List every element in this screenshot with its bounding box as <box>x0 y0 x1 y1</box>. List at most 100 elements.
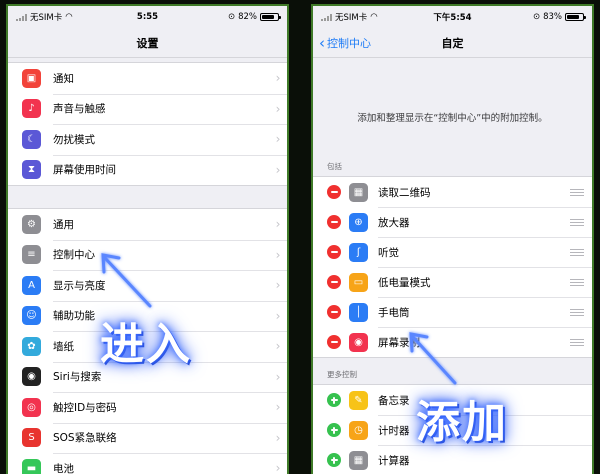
ear-icon: ʃ <box>349 242 368 262</box>
orientation-lock-icon: ⊙ <box>227 12 236 22</box>
page-title: 自定 <box>441 36 464 50</box>
remove-control-button[interactable] <box>327 185 341 199</box>
chevron-right-icon: › <box>275 430 281 445</box>
settings-row-speaker[interactable]: ♪ 声音与触感 › <box>8 93 287 125</box>
row-label: 勿扰模式 <box>53 133 95 146</box>
row-label: 计算器 <box>378 454 410 467</box>
remove-control-button[interactable] <box>327 215 341 229</box>
reorder-handle-icon[interactable] <box>562 308 592 316</box>
fingerprint-icon: ◎ <box>22 397 41 417</box>
status-bar: 无SIM卡 ◠ 5:55 ⊙ 82% <box>8 6 287 28</box>
screen-record-icon: ◉ <box>349 332 368 352</box>
calculator-icon: ▦ <box>349 450 368 470</box>
settings-row-sos[interactable]: S SOS紧急联络 › <box>8 422 287 454</box>
chevron-left-icon: ‹ <box>319 34 325 52</box>
carrier-label: 无SIM卡 <box>30 13 63 23</box>
page-title: 设置 <box>8 28 287 58</box>
section-header-included: 包括 <box>327 162 342 171</box>
chevron-right-icon: › <box>275 71 281 86</box>
chevron-right-icon: › <box>275 247 281 262</box>
reorder-handle-icon[interactable] <box>562 188 592 196</box>
battery-icon <box>260 13 281 21</box>
row-label: 读取二维码 <box>378 186 431 199</box>
remove-control-button[interactable] <box>327 305 341 319</box>
remove-control-button[interactable] <box>327 275 341 289</box>
row-label: 低电量模式 <box>378 276 431 289</box>
row-label: 通用 <box>53 218 74 231</box>
included-controls-list: ▦ 读取二维码 ⊕ 放大器 ʃ 听觉 ▭ 低电量模式 │ 手电筒 ◉ 屏幕录制 <box>313 176 592 358</box>
low-power-battery-icon: ▭ <box>349 272 368 292</box>
notification-icon: ▣ <box>22 68 41 88</box>
row-label: 声音与触感 <box>53 103 106 116</box>
chevron-right-icon: › <box>275 162 281 177</box>
settings-row-battery[interactable]: ▬ 电池 › <box>8 453 287 474</box>
remove-control-button[interactable] <box>327 245 341 259</box>
add-control-button[interactable] <box>327 393 341 407</box>
signal-icon <box>16 13 27 21</box>
section-header-more: 更多控制 <box>327 370 357 379</box>
notes-icon: ✎ <box>349 390 368 410</box>
signal-icon <box>321 13 332 21</box>
carrier-label: 无SIM卡 <box>335 13 368 23</box>
battery-percent: 83% <box>543 12 562 22</box>
timer-icon: ◷ <box>349 420 368 440</box>
settings-row-control-center[interactable]: ≡ 控制中心 › <box>8 239 287 271</box>
add-control-button[interactable] <box>327 423 341 437</box>
row-label: 手电筒 <box>378 306 410 319</box>
nav-bar: ‹ 控制中心 自定 <box>313 28 592 58</box>
row-label: 屏幕录制 <box>378 336 420 349</box>
wifi-icon: ◠ <box>65 12 73 22</box>
reorder-handle-icon[interactable] <box>562 218 592 226</box>
wallpaper-flower-icon: ✿ <box>22 336 41 356</box>
control-center-icon: ≡ <box>22 245 41 265</box>
settings-row-moon[interactable]: ☾ 勿扰模式 › <box>8 124 287 155</box>
battery-icon <box>565 13 586 21</box>
status-bar: 无SIM卡 ◠ 下午5:54 ⊙ 83% <box>313 6 592 28</box>
chevron-right-icon: › <box>275 308 281 323</box>
reorder-handle-icon[interactable] <box>562 338 592 346</box>
accessibility-icon: ☺ <box>22 306 41 326</box>
settings-row-display-aa[interactable]: A 显示与亮度 › <box>8 270 287 301</box>
chevron-right-icon: › <box>275 339 281 354</box>
flashlight-icon: │ <box>349 302 368 322</box>
row-label: 电池 <box>53 462 74 474</box>
remove-control-button[interactable] <box>327 335 341 349</box>
display-aa-icon: A <box>22 275 41 295</box>
row-label: 听觉 <box>378 246 399 259</box>
row-label: SOS紧急联络 <box>53 432 117 445</box>
back-button-label: 控制中心 <box>327 37 371 50</box>
reorder-handle-icon[interactable] <box>562 278 592 286</box>
chevron-right-icon: › <box>275 400 281 415</box>
control-row-ear: ʃ 听觉 <box>313 237 592 267</box>
add-control-button[interactable] <box>327 453 341 467</box>
chevron-right-icon: › <box>275 461 281 474</box>
settings-row-gear[interactable]: ⚙ 通用 › <box>8 209 287 240</box>
siri-icon: ◉ <box>22 367 41 387</box>
control-row-screen-record: ◉ 屏幕录制 <box>313 327 592 357</box>
qr-code-icon: ▦ <box>349 182 368 202</box>
back-button[interactable]: ‹ 控制中心 <box>319 28 371 58</box>
row-label: 显示与亮度 <box>53 279 106 292</box>
control-row-low-power-battery: ▭ 低电量模式 <box>313 267 592 297</box>
annotation-add: 添加 <box>416 397 508 448</box>
row-label: 放大器 <box>378 216 410 229</box>
annotation-enter: 进入 <box>100 319 192 370</box>
hourglass-icon: ⧗ <box>22 160 41 180</box>
speaker-icon: ♪ <box>22 99 41 119</box>
control-row-flashlight: │ 手电筒 <box>313 297 592 327</box>
settings-group-1: ▣ 通知 › ♪ 声音与触感 › ☾ 勿扰模式 › ⧗ 屏幕使用时间 › <box>8 62 287 186</box>
gear-icon: ⚙ <box>22 214 41 234</box>
chevron-right-icon: › <box>275 278 281 293</box>
settings-row-notification[interactable]: ▣ 通知 › <box>8 63 287 94</box>
reorder-handle-icon[interactable] <box>562 248 592 256</box>
row-label: 控制中心 <box>53 249 95 262</box>
settings-row-fingerprint[interactable]: ◎ 触控ID与密码 › <box>8 392 287 423</box>
battery-icon: ▬ <box>22 458 41 474</box>
chevron-right-icon: › <box>275 101 281 116</box>
orientation-lock-icon: ⊙ <box>532 12 541 22</box>
row-label: 触控ID与密码 <box>53 401 117 414</box>
row-label: 屏幕使用时间 <box>53 164 116 177</box>
moon-icon: ☾ <box>22 129 41 149</box>
settings-row-hourglass[interactable]: ⧗ 屏幕使用时间 › <box>8 154 287 186</box>
sos-icon: S <box>22 428 41 448</box>
